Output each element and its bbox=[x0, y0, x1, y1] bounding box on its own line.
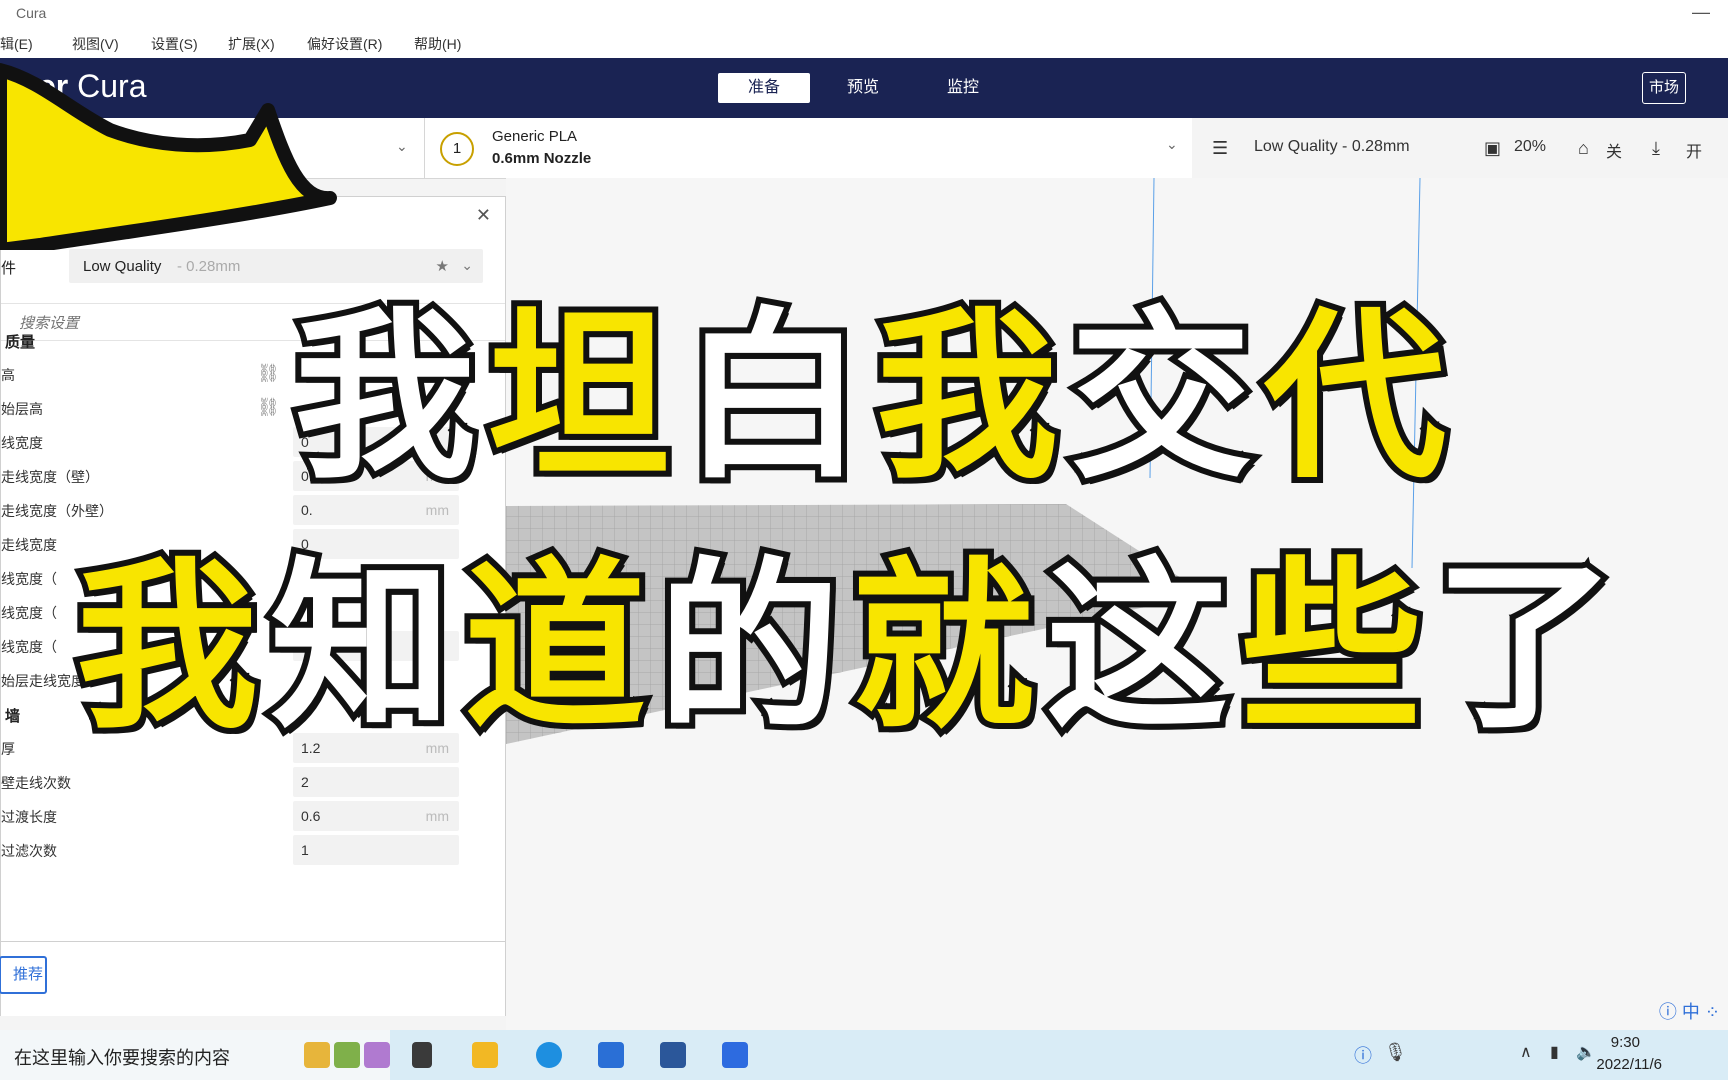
panel-footer: 推荐 bbox=[0, 941, 505, 1016]
section-quality[interactable]: 质量 bbox=[5, 331, 35, 352]
support-value: 关 bbox=[1606, 144, 1623, 161]
setting-label: 走线宽度（壁） bbox=[1, 469, 99, 485]
setting-row: 过滤次数 1 bbox=[1, 833, 491, 867]
caption-line-1: 我坦白我交代 bbox=[288, 285, 1458, 509]
pen-icon[interactable] bbox=[364, 1042, 390, 1068]
print-setup-selector[interactable]: ☰ Low Quality - 0.28mm ▣ 20% ⌂ 关 ⤓ 开 bbox=[1192, 118, 1728, 178]
word-icon[interactable] bbox=[660, 1042, 686, 1068]
setting-label: 壁走线次数 bbox=[1, 775, 71, 791]
chevron-up-icon[interactable]: ∧ bbox=[1520, 1042, 1532, 1062]
tab-monitor[interactable]: 监控 bbox=[917, 73, 1009, 103]
support-icon: ⌂ bbox=[1578, 138, 1589, 158]
file-explorer-icon[interactable] bbox=[472, 1042, 498, 1068]
title-bar: Cura — bbox=[0, 0, 1728, 28]
setting-row: 过渡长度 0.6 mm bbox=[1, 799, 491, 833]
infill-icon: ▣ bbox=[1484, 138, 1502, 158]
window-title: Cura bbox=[16, 5, 47, 21]
setting-label: 过渡长度 bbox=[1, 809, 57, 825]
marketplace-button[interactable]: 市场 bbox=[1641, 72, 1686, 104]
setting-label: 过滤次数 bbox=[1, 843, 57, 859]
medal-icon[interactable] bbox=[304, 1042, 330, 1068]
setting-label: 厚 bbox=[1, 741, 15, 757]
tab-preview[interactable]: 预览 bbox=[817, 73, 909, 103]
volume-icon[interactable]: 🔈 bbox=[1576, 1042, 1596, 1062]
battery-icon[interactable]: ▮ bbox=[1550, 1042, 1559, 1062]
ime-icon[interactable]: ⓘ bbox=[1354, 1042, 1372, 1068]
recommended-button[interactable]: 推荐 bbox=[0, 956, 47, 994]
close-icon[interactable]: ✕ bbox=[476, 205, 491, 226]
menu-help[interactable]: 帮助(H) bbox=[414, 34, 461, 54]
setting-label: 线宽度（ bbox=[1, 571, 57, 587]
profile-name: Low Quality bbox=[83, 258, 162, 275]
toolbar-divider bbox=[424, 118, 425, 178]
taskbar: 在这里输入你要搜索的内容 ⓘ 🎙 ∧ ▮ 🔈 9:30 2022/11/6 bbox=[0, 1030, 1728, 1080]
app-icon[interactable] bbox=[334, 1042, 360, 1068]
ime-toolbar[interactable]: ⓘ 中 ⁘ bbox=[1659, 998, 1720, 1024]
clock-time[interactable]: 9:30 bbox=[1611, 1034, 1640, 1051]
setting-label: 线宽度（ bbox=[1, 605, 57, 621]
printer-chevron-down-icon[interactable]: ⌄ bbox=[396, 138, 408, 155]
task-view-icon[interactable] bbox=[412, 1042, 432, 1068]
setting-label: 线宽度（ bbox=[1, 639, 57, 655]
minimize-button[interactable]: — bbox=[1692, 2, 1710, 23]
profile-summary: Low Quality - 0.28mm bbox=[1254, 138, 1410, 155]
settings-sliders-icon: ☰ bbox=[1212, 138, 1229, 158]
adhesion-icon: ⤓ bbox=[1652, 138, 1660, 158]
section-walls[interactable]: 墙 bbox=[5, 705, 20, 726]
link-icon[interactable]: ⛓ bbox=[257, 397, 280, 418]
link-icon[interactable]: ⛓ bbox=[257, 363, 280, 384]
setting-input[interactable]: 2 bbox=[293, 767, 459, 797]
setting-label: 走线宽度 bbox=[1, 537, 57, 553]
edge-icon[interactable] bbox=[536, 1042, 562, 1068]
setting-label: 始层走线宽度 bbox=[1, 673, 85, 689]
caption-line-2: 我知道的就这些了 bbox=[70, 535, 1628, 759]
cura-icon[interactable] bbox=[722, 1042, 748, 1068]
profile-label: 件 bbox=[1, 260, 17, 277]
material-name[interactable]: Generic PLA bbox=[492, 128, 577, 145]
photos-icon[interactable] bbox=[598, 1042, 624, 1068]
tab-prepare[interactable]: 准备 bbox=[718, 73, 810, 103]
taskbar-search-text: 在这里输入你要搜索的内容 bbox=[14, 1048, 230, 1068]
setting-input[interactable]: 1 bbox=[293, 835, 459, 865]
profile-layer-height: - 0.28mm bbox=[177, 258, 241, 275]
infill-value: 20% bbox=[1514, 138, 1547, 155]
setting-label: 线宽度 bbox=[1, 435, 43, 451]
adhesion-value: 开 bbox=[1686, 144, 1703, 161]
setting-label: 高 bbox=[1, 367, 15, 383]
nozzle-size[interactable]: 0.6mm Nozzle bbox=[492, 150, 591, 167]
material-chevron-down-icon[interactable]: ⌄ bbox=[1166, 136, 1178, 153]
yellow-sticker-decoration bbox=[0, 63, 337, 250]
setting-row: 壁走线次数 2 bbox=[1, 765, 491, 799]
microphone-icon[interactable]: 🎙 bbox=[1384, 1042, 1407, 1063]
taskbar-search[interactable]: 在这里输入你要搜索的内容 bbox=[0, 1030, 390, 1080]
extruder-icon[interactable]: 1 bbox=[440, 132, 474, 166]
setting-label: 始层高 bbox=[1, 401, 43, 417]
setting-input[interactable]: 0.6 mm bbox=[293, 801, 459, 831]
clock-date[interactable]: 2022/11/6 bbox=[1596, 1056, 1662, 1073]
